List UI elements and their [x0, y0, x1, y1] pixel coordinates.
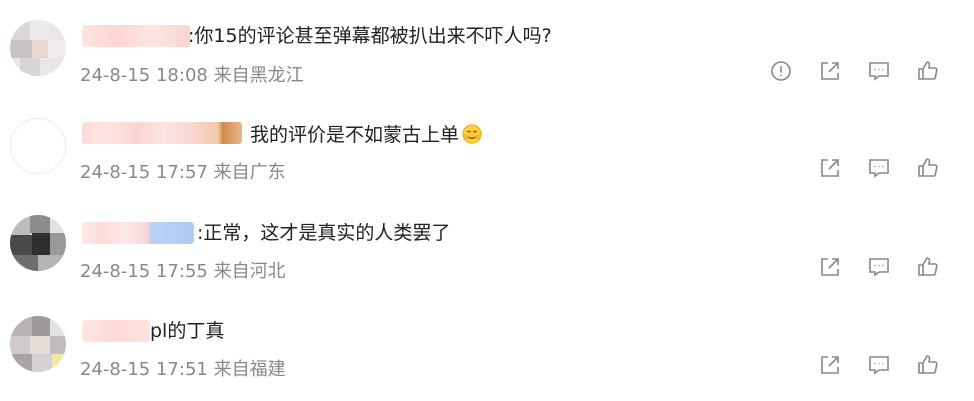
avatar[interactable]: [10, 215, 66, 271]
share-icon: [820, 62, 839, 80]
reply-button[interactable]: [854, 254, 903, 280]
comment-icon: [868, 62, 889, 81]
avatar[interactable]: [10, 118, 66, 174]
share-button[interactable]: [805, 155, 854, 181]
comment-meta: 24-8-15 17:51 来自福建: [80, 355, 286, 381]
username-blurred[interactable]: [82, 25, 190, 47]
share-icon: [820, 258, 839, 276]
comment-actions: [805, 352, 952, 378]
like-button[interactable]: [903, 352, 952, 378]
comment-text: :正常，这才是真实的人类罢了: [197, 222, 451, 244]
comment-location: 来自黑龙江: [213, 65, 304, 86]
thumbs-up-icon: [917, 61, 938, 80]
username-blurred[interactable]: [82, 222, 194, 244]
comment-location: 来自广东: [213, 162, 286, 183]
share-button[interactable]: [805, 58, 854, 84]
comment-date: 24-8-15 18:08: [80, 65, 208, 86]
comment-meta: 24-8-15 17:57 来自广东: [80, 158, 286, 184]
thumbs-up-icon: [917, 158, 938, 177]
like-button[interactable]: [903, 58, 952, 84]
comment-item: :正常，这才是真实的人类罢了 24-8-15 17:55 来自河北: [0, 211, 974, 301]
avatar[interactable]: [10, 316, 66, 372]
report-button[interactable]: [756, 58, 805, 84]
thumbs-up-icon: [917, 257, 938, 276]
comment-meta: 24-8-15 18:08 来自黑龙江: [80, 61, 304, 87]
comment-date: 24-8-15 17:57: [80, 162, 208, 183]
share-button[interactable]: [805, 352, 854, 378]
reply-button[interactable]: [854, 58, 903, 84]
avatar[interactable]: [10, 20, 66, 76]
share-icon: [820, 159, 839, 177]
thumbs-up-icon: [917, 355, 938, 374]
comment-actions: [756, 58, 952, 84]
username-blurred[interactable]: [82, 122, 242, 144]
comment-item: :你15的评论甚至弹幕都被扒出来不吓人吗? 24-8-15 18:08 来自黑龙…: [0, 16, 974, 106]
comment-location: 来自福建: [213, 359, 286, 380]
comment-meta: 24-8-15 17:55 来自河北: [80, 257, 286, 283]
comment-text: :你15的评论甚至弹幕都被扒出来不吓人吗?: [188, 25, 552, 47]
comment-icon: [868, 356, 889, 375]
comment-text: 我的评价是不如蒙古上单: [250, 123, 483, 146]
comment-text: pl的丁真: [150, 320, 225, 342]
reply-button[interactable]: [854, 155, 903, 181]
smiling-face-emoji: [462, 124, 482, 144]
comment-actions: [805, 254, 952, 280]
like-button[interactable]: [903, 155, 952, 181]
username-blurred[interactable]: [82, 320, 150, 342]
comment-actions: [805, 155, 952, 181]
comment-item: 我的评价是不如蒙古上单 24-8-15 17:57 来自广东: [0, 114, 974, 204]
exclamation-circle-icon: [770, 61, 791, 81]
comment-item: pl的丁真 24-8-15 17:51 来自福建: [0, 308, 974, 398]
share-button[interactable]: [805, 254, 854, 280]
like-button[interactable]: [903, 254, 952, 280]
comment-date: 24-8-15 17:55: [80, 261, 208, 282]
comment-date: 24-8-15 17:51: [80, 359, 208, 380]
comment-location: 来自河北: [213, 261, 286, 282]
share-icon: [820, 356, 839, 374]
comment-icon: [868, 159, 889, 178]
reply-button[interactable]: [854, 352, 903, 378]
comment-icon: [868, 258, 889, 277]
